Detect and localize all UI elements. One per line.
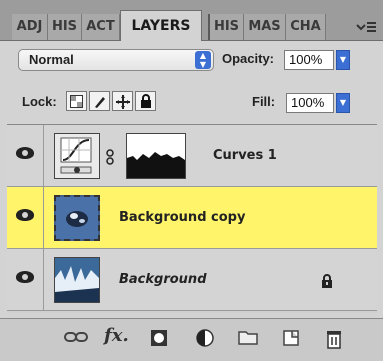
tab-histogram[interactable]: HIS [48,14,82,40]
blend-mode-value: Normal [29,52,74,67]
new-group-folder-icon[interactable] [238,329,258,349]
tab-adjustments[interactable]: ADJ [12,14,48,40]
layer-row-background[interactable]: Background [7,249,377,311]
tab-layers[interactable]: LAYERS [120,10,202,41]
layers-panel: ADJ HIS ACT LAYERS HIS MAS CHA Normal ▲ ▼… [0,0,383,361]
lock-transparent-icon[interactable] [66,91,87,111]
curves-adjustment-thumbnail [54,133,100,179]
layer-name[interactable]: Background copy [119,210,245,225]
layer-name[interactable]: Background [119,272,207,287]
layer-row-curves[interactable]: Curves 1 [7,125,377,187]
layers-bottom-toolbar: fx. [0,318,383,361]
opacity-arrow-icon[interactable]: ▼ [336,50,350,70]
fill-field[interactable]: 100% [286,93,334,113]
layer-thumbnail [54,257,100,303]
layer-row-background-copy[interactable]: Background copy [7,187,377,249]
layer-name[interactable]: Curves 1 [213,148,277,163]
lock-label: Lock: [22,94,57,109]
layers-list: Curves 1 Background copy Background [7,124,377,313]
fill-label: Fill: [252,94,276,109]
tab-channels[interactable]: CHA [286,14,326,40]
add-mask-icon[interactable] [150,329,168,351]
visibility-toggle[interactable] [7,249,44,310]
lock-all-icon[interactable] [135,91,156,111]
blend-mode-select[interactable]: Normal ▲ ▼ [18,49,214,71]
lock-pixels-icon[interactable] [89,91,110,111]
layer-style-fx-icon[interactable]: fx. [104,325,129,346]
new-adjustment-layer-icon[interactable] [196,329,214,351]
fill-arrow-icon[interactable]: ▼ [336,93,350,113]
new-layer-icon[interactable] [282,329,300,351]
visibility-toggle[interactable] [7,187,44,248]
panel-menu-icon[interactable] [355,20,377,38]
tab-history[interactable]: HIS [208,14,244,40]
opacity-label: Opacity: [222,51,275,66]
chain-link-icon[interactable] [106,149,114,165]
tab-actions[interactable]: ACT [82,14,120,40]
eye-icon [16,147,34,159]
eye-icon [16,271,34,283]
layer-mask-thumbnail[interactable] [126,133,186,179]
lock-position-icon[interactable] [112,91,133,111]
opacity-field[interactable]: 100% [284,50,334,70]
visibility-toggle[interactable] [7,125,44,186]
tab-masks[interactable]: MAS [244,14,286,40]
panel-tab-bar: ADJ HIS ACT LAYERS HIS MAS CHA [0,0,383,41]
link-layers-icon[interactable] [64,329,88,347]
lock-icon [321,273,333,288]
layer-thumbnail [54,195,100,241]
trash-delete-icon[interactable] [326,329,342,353]
eye-icon [16,209,34,221]
updown-arrows-icon: ▲ ▼ [195,51,211,69]
